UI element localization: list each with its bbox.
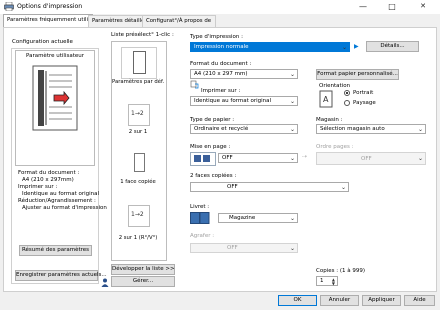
user-icon (101, 278, 109, 289)
chevron-down-icon: ⌄ (289, 155, 295, 162)
booklet-preview-icon (32, 65, 78, 133)
preset-item-label: 2 sur 1 (R°/V°) (118, 235, 158, 241)
expand-list-button[interactable]: Développer la liste >> (111, 264, 175, 275)
cancel-button[interactable]: Annuler (320, 295, 359, 306)
orientation-landscape-label: Paysage (353, 100, 376, 106)
config-title: Configuration actuelle (12, 39, 73, 45)
page-order-select[interactable]: OFF ⌄ (316, 152, 426, 165)
save-current-settings-button[interactable]: Enregistrer paramètres actuels... (15, 270, 107, 281)
chevron-down-icon: ⌄ (289, 245, 295, 252)
document-size-select[interactable]: A4 (210 x 297 mm) ⌄ (190, 69, 298, 79)
chevron-down-icon: ⌄ (417, 155, 423, 162)
tray-select[interactable]: Sélection magasin auto ⌄ (316, 124, 426, 134)
layout-icon (190, 152, 216, 166)
print-on-icon (190, 80, 199, 91)
maximize-button[interactable]: □ (381, 0, 403, 14)
spin-arrows-icon[interactable]: ▲ ▼ (332, 278, 335, 286)
preset-item-label: 2 sur 1 (128, 129, 148, 135)
booklet-label: Livret : (190, 204, 210, 210)
print-type-select[interactable]: Impression normale ⌄ (190, 42, 350, 52)
one-sided-icon (128, 149, 150, 177)
copies-spinner[interactable]: 1 ▲ ▼ (316, 276, 338, 286)
print-on-select[interactable]: Identique au format original ⌄ (190, 96, 298, 106)
summary-line: Format du document : (18, 170, 80, 176)
document-size-label: Format du document : (190, 61, 252, 67)
paper-type-label: Type de papier : (190, 117, 235, 123)
booklet-select[interactable]: Magazine ⌄ (218, 213, 298, 223)
apply-button[interactable]: Appliquer (362, 295, 401, 306)
details-button[interactable]: Détails... (366, 41, 419, 52)
title-bar: Options d'impression — □ ✕ (0, 0, 440, 14)
portrait-page-icon: A (319, 90, 333, 110)
user-settings-label: Paramètre utilisateur (26, 53, 84, 59)
preset-list-title: Liste présélect° 1-clic : (111, 32, 174, 38)
chevron-down-icon: ⌄ (417, 126, 423, 133)
manage-button[interactable]: Gérer... (111, 276, 175, 287)
preset-item-2-up[interactable]: 1→2 2 sur 1 (112, 102, 164, 144)
tab-frequent-settings[interactable]: Paramètres fréquemment utilisés (3, 14, 97, 27)
preset-list: Paramètres par déf. 1→2 2 sur 1 1 face c… (111, 41, 167, 261)
play-icon: ▶ (354, 43, 359, 50)
settings-panel: Configuration actuelle Paramètre utilisa… (3, 27, 437, 292)
chevron-down-icon: ⌄ (340, 184, 346, 191)
preset-item-default[interactable]: Paramètres par déf. (112, 45, 164, 95)
paper-type-select[interactable]: Ordinaire et recyclé ⌄ (190, 124, 298, 134)
magazine-icon (190, 212, 210, 226)
two-up-duplex-icon: 1→2 (128, 205, 150, 227)
two-up-icon: 1→2 (128, 104, 150, 126)
svg-text:A: A (323, 95, 329, 104)
chevron-down-icon: ⌄ (341, 44, 347, 51)
orientation-landscape-radio[interactable] (344, 100, 350, 106)
chevron-down-icon: ⌄ (289, 126, 295, 133)
copies-label: Copies : (1 à 999) (316, 268, 365, 274)
summary-line: A4 (210 x 297mm) (22, 177, 74, 183)
tab-detailed-settings[interactable]: Paramètres détaillés (88, 15, 148, 27)
window-title: Options d'impression (17, 3, 83, 10)
minimize-button[interactable]: — (352, 0, 374, 14)
preset-item-label: Paramètres par déf. (112, 79, 165, 85)
duplex-label: 2 faces copiées : (190, 173, 237, 179)
printer-icon (4, 1, 14, 12)
summary-line: Ajuster au format d'impression (22, 205, 107, 211)
staple-select[interactable]: OFF ⌄ (190, 243, 298, 253)
orientation-portrait-label: Portrait (353, 90, 374, 96)
orientation-portrait-radio[interactable] (344, 90, 350, 96)
print-type-label: Type d'impression : (190, 34, 243, 40)
settings-summary-button[interactable]: Résumé des paramètres (19, 245, 92, 256)
help-button[interactable]: Aide (404, 295, 435, 306)
custom-paper-size-button[interactable]: Format papier personnalisé... (316, 69, 399, 80)
chevron-down-icon: ⌄ (289, 71, 295, 78)
default-settings-icon (121, 47, 157, 79)
print-on-label: Imprimer sur : (201, 88, 241, 94)
summary-line: Imprimer sur : (18, 184, 58, 190)
close-button[interactable]: ✕ (412, 0, 434, 14)
page-order-icon: ⇢ (302, 153, 308, 160)
layout-label: Mise en page : (190, 144, 231, 150)
preset-item-label: 1 face copiée (120, 179, 156, 185)
summary-line: Identique au format original (22, 191, 100, 197)
chevron-down-icon: ⌄ (289, 215, 295, 222)
orientation-label: Orientation (319, 83, 351, 89)
tray-label: Magasin : (316, 117, 343, 123)
chevron-down-icon: ⌄ (289, 98, 295, 105)
layout-select[interactable]: OFF ⌄ (218, 153, 298, 163)
tab-configuration-about[interactable]: Configurat°/À propos de (142, 15, 216, 27)
summary-line: Réduction/Agrandissement : (18, 198, 96, 204)
staple-label: Agrafer : (190, 233, 215, 239)
preset-item-one-sided[interactable]: 1 face copiée (112, 147, 164, 192)
preview-box: Paramètre utilisateur (15, 50, 95, 166)
duplex-select[interactable]: OFF ⌄ (190, 182, 349, 192)
page-order-label: Ordre pages : (316, 144, 354, 150)
preset-item-2-up-duplex[interactable]: 1→2 2 sur 1 (R°/V°) (112, 203, 164, 253)
ok-button[interactable]: OK (278, 295, 317, 306)
